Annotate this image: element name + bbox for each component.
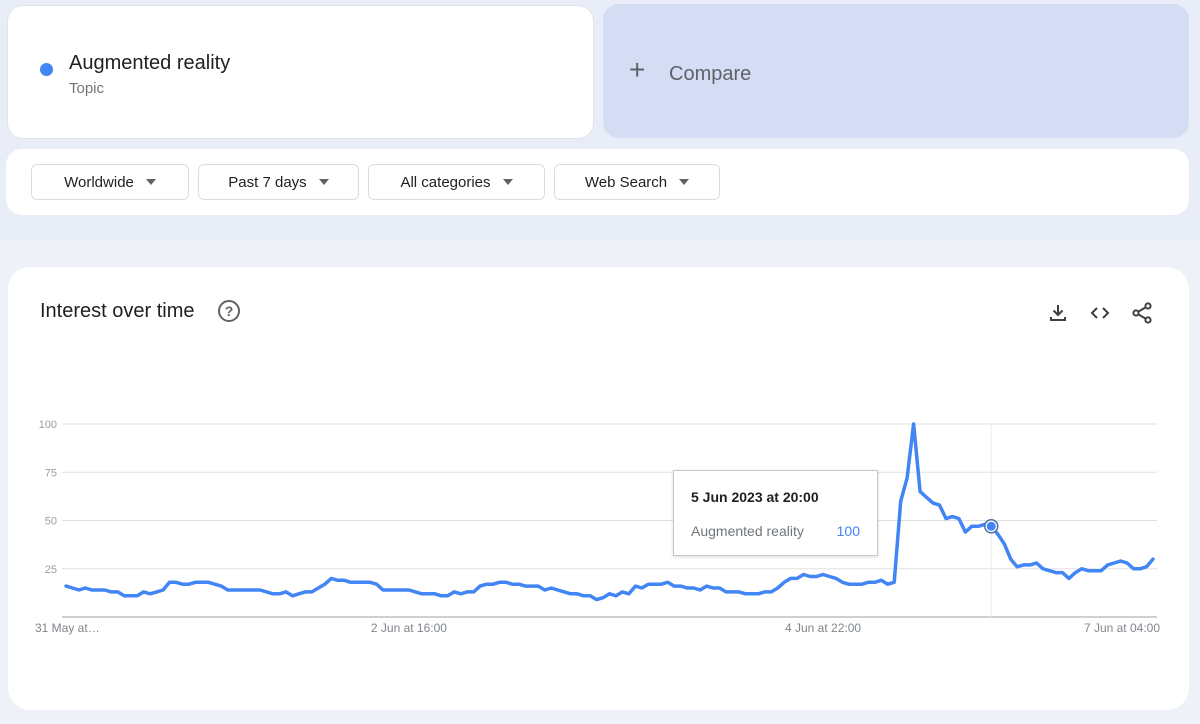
- filter-bar: Worldwide Past 7 days All categories Web…: [6, 149, 1189, 215]
- series-color-dot: [40, 63, 53, 76]
- filter-region-dropdown[interactable]: Worldwide: [31, 164, 189, 200]
- interest-over-time-panel: Interest over time ?: [8, 267, 1189, 710]
- caret-down-icon: [502, 179, 513, 185]
- tooltip-value: 100: [836, 523, 860, 539]
- compare-label: Compare: [669, 63, 752, 85]
- embed-code-icon[interactable]: [1088, 301, 1112, 325]
- filter-label: Web Search: [584, 173, 668, 191]
- panel-title: Interest over time: [40, 300, 195, 322]
- caret-down-icon: [679, 179, 690, 185]
- search-term-card[interactable]: Augmented reality Topic: [7, 5, 594, 139]
- help-circle-icon[interactable]: ?: [218, 300, 240, 322]
- search-term-type: Topic: [69, 80, 105, 97]
- download-icon[interactable]: [1046, 301, 1070, 325]
- plus-icon: +: [629, 54, 646, 85]
- filter-category-dropdown[interactable]: All categories: [368, 164, 545, 200]
- tooltip-series-name: Augmented reality: [691, 523, 804, 539]
- search-term-name: Augmented reality: [69, 52, 231, 74]
- caret-down-icon: [318, 179, 329, 185]
- share-icon[interactable]: [1130, 301, 1154, 325]
- filter-label: All categories: [400, 173, 491, 191]
- tooltip-date: 5 Jun 2023 at 20:00: [691, 489, 819, 505]
- filter-time-dropdown[interactable]: Past 7 days: [198, 164, 359, 200]
- filter-label: Past 7 days: [228, 173, 307, 191]
- filter-search-type-dropdown[interactable]: Web Search: [554, 164, 720, 200]
- chart-tooltip: 5 Jun 2023 at 20:00 Augmented reality 10…: [673, 470, 878, 556]
- filter-label: Worldwide: [64, 173, 134, 191]
- caret-down-icon: [145, 179, 156, 185]
- compare-button[interactable]: + Compare: [603, 4, 1189, 138]
